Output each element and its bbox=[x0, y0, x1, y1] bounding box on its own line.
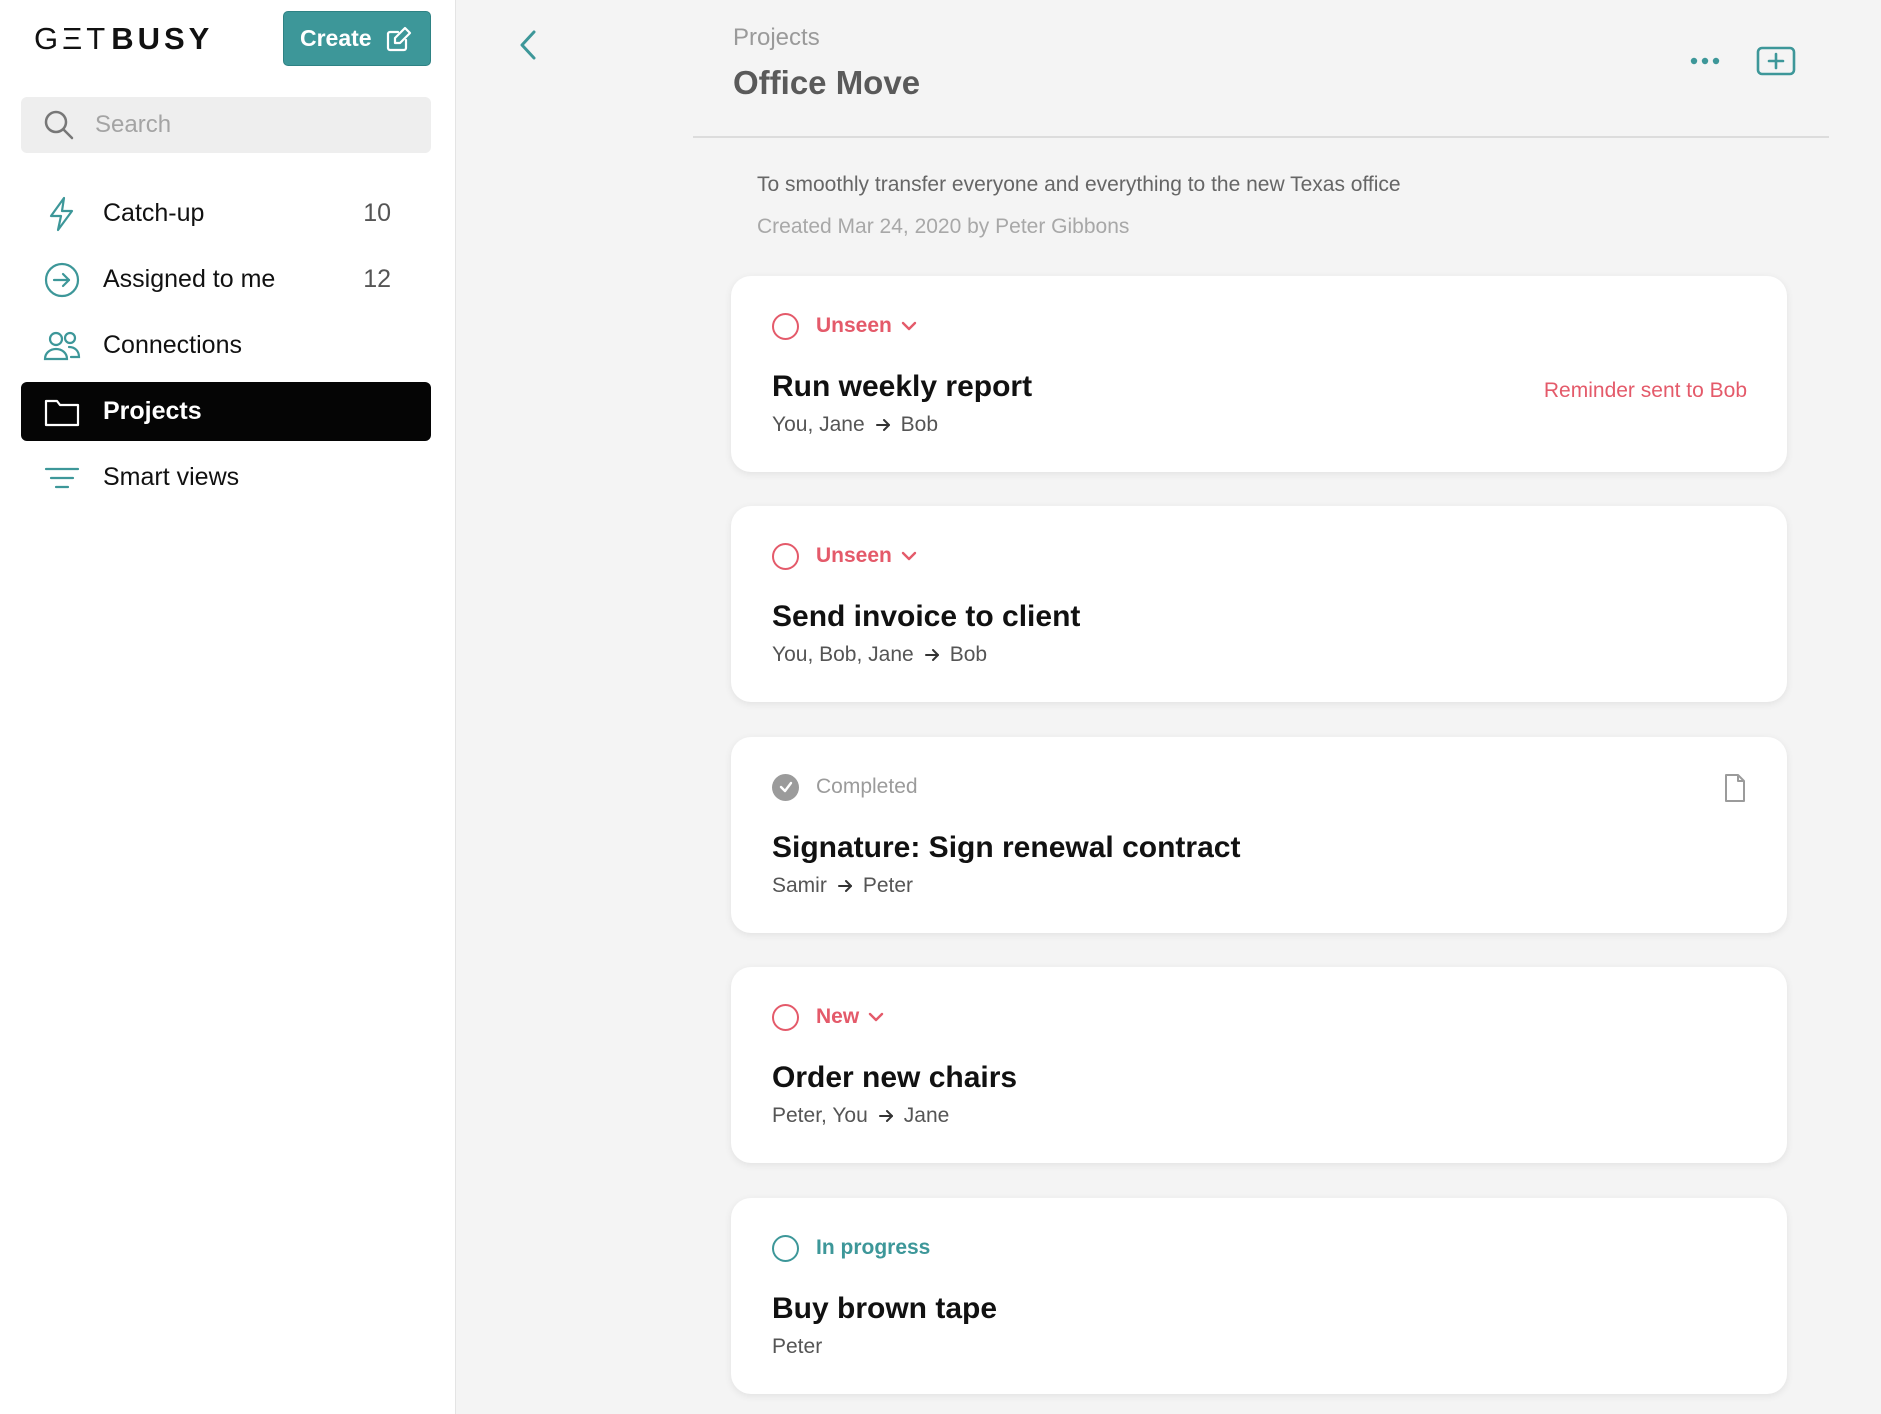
status-circle-icon bbox=[772, 542, 799, 570]
breadcrumb[interactable]: Projects bbox=[733, 24, 820, 52]
arrow-right-icon bbox=[837, 880, 852, 892]
sidebar-item-count: 10 bbox=[363, 199, 391, 227]
task-to: Bob bbox=[900, 413, 939, 436]
sidebar-item-smart-views[interactable]: Smart views bbox=[21, 448, 431, 507]
logo-text-bold: BUSY bbox=[111, 21, 214, 56]
task-people: Peter, You Jane bbox=[772, 1104, 949, 1128]
task-title: Send invoice to client bbox=[772, 600, 1081, 633]
chevron-left-icon bbox=[520, 30, 536, 60]
search-input[interactable] bbox=[95, 111, 395, 139]
document-icon[interactable] bbox=[1723, 773, 1747, 803]
sidebar-item-label: Catch-up bbox=[103, 199, 205, 227]
getbusy-logo[interactable]: GΞT BUSY bbox=[34, 21, 214, 56]
reminder-note: Reminder sent to Bob bbox=[1543, 379, 1747, 402]
task-title: Run weekly report bbox=[772, 370, 1033, 403]
task-to: Bob bbox=[949, 643, 988, 666]
create-button-label: Create bbox=[300, 25, 372, 51]
sidebar-item-label: Assigned to me bbox=[103, 265, 276, 293]
status-circle-icon bbox=[772, 1003, 799, 1031]
create-button[interactable]: Create bbox=[283, 11, 431, 66]
task-from: You, Jane bbox=[772, 413, 865, 436]
status-label: In progress bbox=[816, 1236, 931, 1259]
sidebar-item-label: Connections bbox=[103, 331, 242, 359]
arrow-right-icon bbox=[924, 649, 939, 661]
status-dropdown[interactable]: New bbox=[772, 1002, 885, 1032]
status-dropdown[interactable]: Unseen bbox=[772, 541, 918, 571]
people-icon bbox=[43, 331, 81, 360]
status-label: Unseen bbox=[816, 544, 892, 567]
task-to: Jane bbox=[903, 1104, 950, 1127]
task-from: Peter bbox=[772, 1335, 823, 1358]
plus-box-icon bbox=[1756, 46, 1796, 76]
sidebar-item-assigned-to-me[interactable]: Assigned to me 12 bbox=[21, 250, 431, 309]
task-card[interactable]: New Order new chairs Peter, You Jane bbox=[731, 967, 1787, 1163]
more-dots-icon bbox=[1690, 57, 1720, 65]
search-box[interactable] bbox=[21, 97, 431, 153]
check-circle-icon bbox=[772, 773, 799, 801]
folder-icon bbox=[44, 399, 80, 426]
arrow-circle-icon bbox=[44, 262, 80, 297]
search-icon bbox=[44, 110, 74, 140]
header-divider bbox=[693, 136, 1829, 138]
page-title: Office Move bbox=[733, 64, 921, 101]
sidebar-item-label: Projects bbox=[103, 397, 202, 425]
task-title: Order new chairs bbox=[772, 1061, 1018, 1094]
arrow-right-icon bbox=[878, 1110, 893, 1122]
edit-icon bbox=[386, 26, 412, 51]
status-label: Completed bbox=[816, 775, 918, 798]
task-card[interactable]: Unseen Send invoice to client You, Bob, … bbox=[731, 506, 1787, 702]
task-card[interactable]: Completed Signature: Sign renewal contra… bbox=[731, 737, 1787, 933]
task-card[interactable]: In progress Buy brown tape Peter bbox=[731, 1198, 1787, 1394]
project-created-info: Created Mar 24, 2020 by Peter Gibbons bbox=[757, 215, 1130, 238]
sidebar-item-catch-up[interactable]: Catch-up 10 bbox=[21, 184, 431, 243]
status-indicator[interactable]: In progress bbox=[772, 1233, 930, 1263]
sidebar-item-connections[interactable]: Connections bbox=[21, 316, 431, 375]
chevron-down-icon bbox=[901, 551, 917, 561]
status-indicator[interactable]: Completed bbox=[772, 772, 918, 802]
lightning-icon bbox=[49, 196, 74, 231]
arrow-right-icon bbox=[875, 419, 890, 431]
task-card[interactable]: Unseen Run weekly report You, Jane Bob R… bbox=[731, 276, 1787, 472]
task-to: Peter bbox=[862, 874, 914, 897]
back-button[interactable] bbox=[515, 26, 541, 64]
status-label: New bbox=[816, 1005, 860, 1028]
status-circle-icon bbox=[772, 312, 799, 340]
sidebar-item-label: Smart views bbox=[103, 463, 240, 491]
task-title: Buy brown tape bbox=[772, 1292, 998, 1325]
status-dropdown[interactable]: Unseen bbox=[772, 311, 918, 341]
status-label: Unseen bbox=[816, 314, 892, 337]
project-description: To smoothly transfer everyone and everyt… bbox=[757, 173, 1401, 196]
task-from: You, Bob, Jane bbox=[772, 643, 914, 666]
task-people: Samir Peter bbox=[772, 874, 913, 898]
task-people: Peter bbox=[772, 1335, 822, 1359]
chevron-down-icon bbox=[901, 321, 917, 331]
sidebar: GΞTBUSY Create Catch-up 10 bbox=[0, 0, 456, 1414]
filter-lines-icon bbox=[44, 467, 80, 488]
task-people: You, Bob, Jane Bob bbox=[772, 643, 987, 667]
task-from: Samir bbox=[772, 874, 827, 897]
logo-text-light: GΞT bbox=[34, 21, 110, 56]
task-people: You, Jane Bob bbox=[772, 413, 938, 437]
sidebar-nav: Catch-up 10 Assigned to me 12 Connection… bbox=[21, 184, 431, 514]
status-circle-icon bbox=[772, 1234, 799, 1262]
chevron-down-icon bbox=[868, 1012, 884, 1022]
more-options-button[interactable] bbox=[1688, 44, 1722, 78]
sidebar-item-projects[interactable]: Projects bbox=[21, 382, 431, 441]
sidebar-item-count: 12 bbox=[363, 265, 391, 293]
task-title: Signature: Sign renewal contract bbox=[772, 831, 1241, 864]
add-task-button[interactable] bbox=[1756, 45, 1796, 77]
task-from: Peter, You bbox=[772, 1104, 868, 1127]
